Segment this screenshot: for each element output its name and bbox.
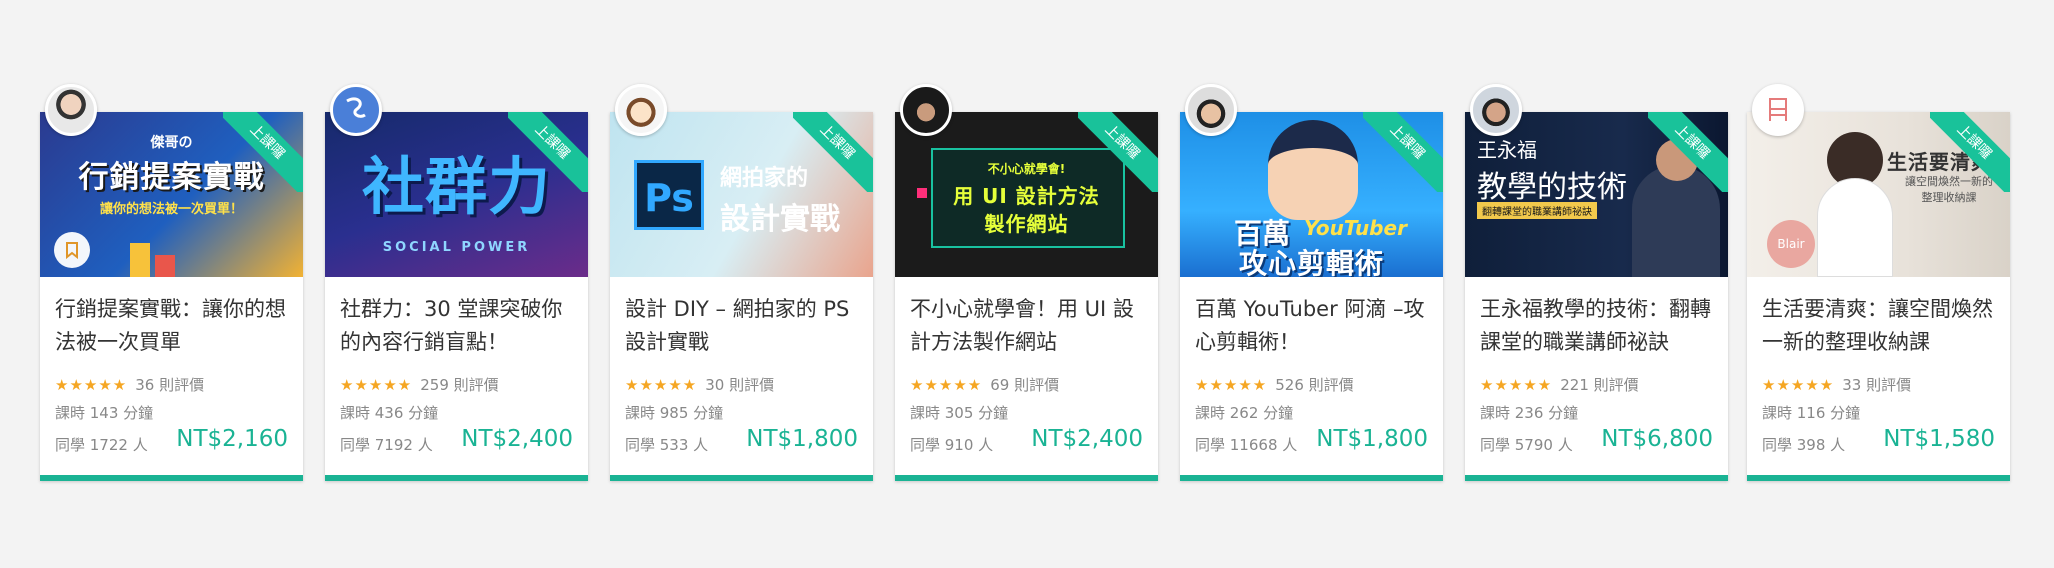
course-price: NT$6,800 [1601,426,1713,452]
course-price: NT$2,400 [1031,426,1143,452]
course-duration: 課時 236 分鐘 [1480,404,1579,422]
course-card[interactable]: 社群力 SOCIAL POWER 上課囉 社群力：30 堂課突破你的內容行銷盲點… [325,84,588,481]
cartoon-character-graphic [1268,120,1358,220]
star-rating-icon: ★★★★★ [1195,375,1268,394]
status-ribbon: 上課囉 [223,112,303,192]
rating-row: ★★★★★ 526 則評價 [1195,374,1354,395]
course-title[interactable]: 設計 DIY – 網拍家的 PS 設計實戰 [625,293,863,359]
course-card[interactable]: 王永福 教學的技術 翻轉課堂的職業講師祕訣 上課囉 王永福教學的技術：翻轉課堂的… [1465,84,1728,481]
cover-subtitle: 翻轉課堂的職業講師祕訣 [1477,202,1597,219]
student-count: 同學 398 人 [1762,436,1846,454]
course-duration: 課時 116 分鐘 [1762,404,1861,422]
course-card[interactable]: 傑哥の 行銷提案實戰 讓你的想法被一次買單！ 上課囉 行銷提案實戰：讓你的想法被… [40,84,303,481]
course-duration: 課時 985 分鐘 [625,404,724,422]
course-card[interactable]: 生活要清爽 讓空間煥然一新的整理收納課 Blair 上課囉 生活要清爽：讓空間煥… [1747,84,2010,481]
cover-subtitle: 讓你的想法被一次買單！ [99,202,243,217]
course-cover-image[interactable]: 生活要清爽 讓空間煥然一新的整理收納課 Blair 上課囉 [1747,112,2010,277]
star-rating-icon: ★★★★★ [55,375,128,394]
status-ribbon: 上課囉 [508,112,588,192]
review-count: 33 則評價 [1842,376,1912,394]
photoshop-logo-icon: Ps [634,160,704,230]
instructor-avatar[interactable] [615,84,667,136]
course-cover-image[interactable]: 不小心就學會! 用 UI 設計方法 製作網站 上課囉 [895,112,1158,277]
status-ribbon: 上課囉 [1078,112,1158,192]
course-card[interactable]: 不小心就學會! 用 UI 設計方法 製作網站 上課囉 不小心就學會！用 UI 設… [895,84,1158,481]
star-rating-icon: ★★★★★ [1480,375,1553,394]
course-price: NT$2,160 [176,426,288,452]
course-cover-image[interactable]: 王永福 教學的技術 翻轉課堂的職業講師祕訣 上課囉 [1465,112,1728,277]
rating-row: ★★★★★ 69 則評價 [910,374,1059,395]
student-count: 同學 910 人 [910,436,994,454]
cover-badge: Blair [1767,220,1815,268]
instructor-photo-graphic [1817,178,1893,277]
course-title[interactable]: 不小心就學會！用 UI 設計方法製作網站 [910,293,1148,359]
course-duration: 課時 143 分鐘 [55,404,154,422]
brand-logo-icon [346,97,366,118]
rating-row: ★★★★★ 36 則評價 [55,374,204,395]
review-count: 221 則評價 [1560,376,1639,394]
course-title[interactable]: 生活要清爽：讓空間煥然一新的整理收納課 [1762,293,2000,359]
student-count: 同學 533 人 [625,436,709,454]
course-price: NT$1,580 [1883,426,1995,452]
course-duration: 課時 436 分鐘 [340,404,439,422]
instructor-avatar[interactable] [330,84,382,136]
status-ribbon: 上課囉 [1648,112,1728,192]
star-rating-icon: ★★★★★ [910,375,983,394]
review-count: 526 則評價 [1275,376,1354,394]
cover-subtitle: SOCIAL POWER [382,240,531,255]
star-rating-icon: ★★★★★ [340,375,413,394]
course-duration: 課時 305 分鐘 [910,404,1009,422]
student-count: 同學 5790 人 [1480,436,1573,454]
star-rating-icon: ★★★★★ [1762,375,1835,394]
course-price: NT$1,800 [1316,426,1428,452]
chair-logo-icon [1769,98,1787,121]
course-duration: 課時 262 分鐘 [1195,404,1294,422]
instructor-avatar[interactable] [45,84,97,136]
course-card[interactable]: Ps 網拍家的 設計實戰 上課囉 設計 DIY – 網拍家的 PS 設計實戰 ★… [610,84,873,481]
course-title[interactable]: 行銷提案實戰：讓你的想法被一次買單 [55,293,293,359]
rating-row: ★★★★★ 221 則評價 [1480,374,1639,395]
status-ribbon: 上課囉 [793,112,873,192]
review-count: 69 則評價 [990,376,1060,394]
review-count: 36 則評價 [135,376,205,394]
rating-row: ★★★★★ 33 則評價 [1762,374,1911,395]
cover-top-text: 王永福 [1477,138,1537,162]
course-card-row: 傑哥の 行銷提案實戰 讓你的想法被一次買單！ 上課囉 行銷提案實戰：讓你的想法被… [40,84,2010,484]
cover-title: 設計實戰 [720,202,840,237]
status-ribbon: 上課囉 [1363,112,1443,192]
review-count: 30 則評價 [705,376,775,394]
instructor-avatar[interactable] [1470,84,1522,136]
bookmark-button[interactable] [54,232,90,268]
course-title[interactable]: 百萬 YouTuber 阿滴 –攻心剪輯術！ [1195,293,1433,359]
course-cover-image[interactable]: 百萬 YouTuber 攻心剪輯術 上課囉 [1180,112,1443,277]
course-title[interactable]: 王永福教學的技術：翻轉課堂的職業講師祕訣 [1480,293,1718,359]
student-count: 同學 7192 人 [340,436,433,454]
course-cover-image[interactable]: 社群力 SOCIAL POWER 上課囉 [325,112,588,277]
star-rating-icon: ★★★★★ [625,375,698,394]
student-count: 同學 1722 人 [55,436,148,454]
cover-title: 攻心剪輯術 [1238,247,1384,277]
course-title[interactable]: 社群力：30 堂課突破你的內容行銷盲點！ [340,293,578,359]
instructor-avatar[interactable] [1752,84,1804,136]
course-card[interactable]: 百萬 YouTuber 攻心剪輯術 上課囉 百萬 YouTuber 阿滴 –攻心… [1180,84,1443,481]
course-cover-image[interactable]: 傑哥の 行銷提案實戰 讓你的想法被一次買單！ 上課囉 [40,112,303,277]
bookmark-icon [66,242,78,259]
cover-subtitle: YouTuber [1304,216,1407,240]
instructor-avatar[interactable] [900,84,952,136]
accent-square-graphic [917,188,927,198]
chart-bar-graphic [155,255,175,277]
cover-subtitle: 製作網站 [984,212,1069,236]
rating-row: ★★★★★ 259 則評價 [340,374,499,395]
course-price: NT$1,800 [746,426,858,452]
status-ribbon: 上課囉 [1930,112,2010,192]
course-cover-image[interactable]: Ps 網拍家的 設計實戰 上課囉 [610,112,873,277]
cover-title: 教學的技術 [1477,170,1627,205]
instructor-avatar[interactable] [1185,84,1237,136]
rating-row: ★★★★★ 30 則評價 [625,374,774,395]
course-price: NT$2,400 [461,426,573,452]
chart-bar-graphic [130,243,150,277]
student-count: 同學 11668 人 [1195,436,1298,454]
review-count: 259 則評價 [420,376,499,394]
